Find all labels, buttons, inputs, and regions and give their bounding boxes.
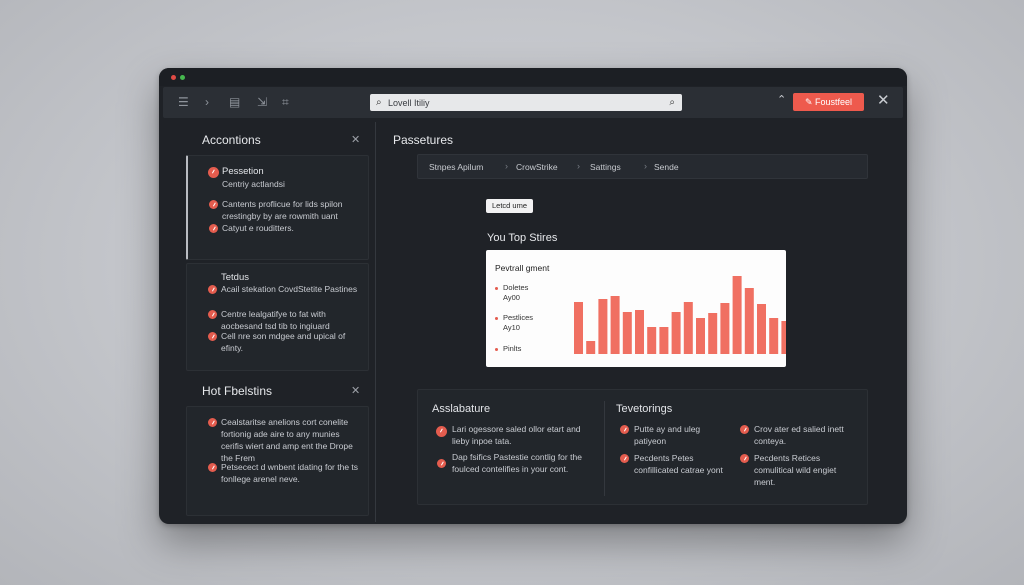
list-item: Cell nre son mdgee and upical of efinty. [221, 331, 346, 353]
title-bar [159, 68, 907, 86]
chart-bar [744, 288, 754, 354]
list-item: Pecdents Retices comulitical wild engiet… [754, 453, 837, 487]
primary-action-button[interactable]: ✎ Foustfeel [793, 93, 864, 111]
chart-bar [610, 296, 620, 354]
card-title: Pessetion [222, 166, 264, 177]
list-item: Acail stekation CovdStetite Pastines [221, 284, 358, 294]
list-item: Cealstaritse anelions cort conelite fort… [221, 417, 353, 463]
maximize-window-dot[interactable] [180, 75, 185, 80]
page-title: Passetures [393, 133, 454, 147]
bar-chart [574, 276, 786, 354]
bullet-icon [437, 459, 446, 468]
search-icon: ⌕ [376, 97, 382, 108]
chevron-right-icon: › [644, 161, 647, 171]
list-item: Cantents proflicue for lids spilon crest… [222, 199, 343, 221]
chart-bar [708, 313, 718, 354]
chart-bar [781, 321, 786, 354]
document-icon[interactable]: ▤ [229, 94, 240, 110]
search-input[interactable] [388, 96, 658, 109]
breadcrumb-item[interactable]: Sende [654, 162, 679, 172]
chart-bar [659, 327, 669, 354]
chart-bar [574, 302, 583, 354]
magnifier-icon[interactable]: ⌕ [669, 94, 675, 111]
bullet-icon [620, 425, 629, 434]
chevron-right-icon: › [505, 161, 508, 171]
chart-bar [622, 312, 632, 354]
list-item: Crov ater ed salied inett conteya. [754, 424, 844, 446]
bullet-icon [208, 332, 217, 341]
chart-card: Pevtrall gment Doletes Ay00 Pestlices Ay… [486, 250, 786, 367]
check-icon [208, 167, 219, 178]
close-window-dot[interactable] [171, 75, 176, 80]
toolbar: ☰ › ▤ ⇲ ⌗ ⌕ ⌕ ⌃ ✎ Foustfeel ✕ [163, 87, 903, 118]
bullet-icon [208, 418, 217, 427]
sidebar-close-icon[interactable]: ✕ [351, 133, 360, 146]
list-item: Dap fsifics Pastestie contlig for the fo… [452, 452, 582, 474]
select-button[interactable]: Letcd ume [486, 199, 533, 213]
search-bar[interactable]: ⌕ ⌕ [370, 94, 682, 111]
chart-bar [683, 302, 693, 354]
info-panel: Asslabature Lari ogessore saled ollor et… [417, 389, 868, 505]
share-icon[interactable]: ⇲ [257, 94, 267, 110]
chart-heading: You Top Stires [487, 232, 558, 244]
bullet-icon [209, 200, 218, 209]
breadcrumb-item[interactable]: Stnpes Apilum [429, 162, 483, 172]
card-subtitle: Centriy actlandsi [222, 179, 285, 189]
edit-icon: ✎ [804, 97, 813, 107]
breadcrumb-item[interactable]: CrowStrike [516, 162, 558, 172]
bullet-icon [208, 463, 217, 472]
chart-bar [647, 327, 657, 354]
alert-icon [436, 426, 447, 437]
sidebar-card[interactable]: Cealstaritse anelions cort conelite fort… [186, 406, 369, 516]
bullet-icon [208, 285, 217, 294]
breadcrumb-item[interactable]: Sattings [590, 162, 621, 172]
list-item: Putte ay and uleg patiyeon [634, 424, 701, 446]
chart-bar [635, 310, 644, 354]
section-close-icon[interactable]: ✕ [351, 384, 360, 397]
chevron-right-icon[interactable]: › [205, 94, 209, 110]
bookmark-icon[interactable]: ⌗ [282, 94, 289, 110]
bullet-icon [209, 224, 218, 233]
app-window: ☰ › ▤ ⇲ ⌗ ⌕ ⌕ ⌃ ✎ Foustfeel ✕ Accontions… [159, 68, 907, 524]
chart-bar [757, 304, 766, 354]
primary-action-label: Foustfeel [815, 97, 853, 107]
sidebar-card[interactable]: Tetdus Acail stekation CovdStetite Pasti… [186, 263, 369, 371]
bullet-icon [740, 425, 749, 434]
panel-divider [375, 122, 376, 522]
chart-bar [598, 299, 608, 354]
list-item: Petsecect d wnbent idating for the ts fo… [221, 462, 359, 484]
chart-bar [732, 276, 742, 354]
list-item: Centre lealgatifye to fat with aocbesand… [221, 309, 330, 331]
chart-bar [769, 318, 779, 354]
bullet-icon [620, 454, 629, 463]
bullet-icon [208, 310, 217, 319]
close-icon[interactable]: ✕ [877, 92, 890, 110]
menu-icon[interactable]: ☰ [178, 94, 189, 110]
sidebar-card-selected[interactable]: Pessetion Centriy actlandsi Cantents pro… [186, 155, 369, 260]
chart-bar [586, 341, 596, 354]
chart-bar [671, 312, 681, 354]
bullet-icon [740, 454, 749, 463]
sidebar-section-title: Hot Fbelstins [202, 384, 273, 398]
upload-icon[interactable]: ⌃ [777, 93, 786, 106]
sidebar-title: Accontions [202, 133, 261, 147]
chart-bar [720, 303, 730, 354]
panel-title-right: Tevetorings [616, 403, 673, 415]
chevron-right-icon: › [577, 161, 580, 171]
list-item: Catyut e rouditters. [222, 223, 294, 233]
panel-divider [604, 401, 605, 496]
list-item: Pecdents Petes confillicated catrae yont [634, 453, 723, 475]
list-item: Lari ogessore saled ollor etart and lieb… [452, 424, 581, 446]
chart-bar [696, 318, 705, 354]
panel-title-left: Asslabature [432, 403, 491, 415]
breadcrumb: Stnpes Apilum › CrowStrike › Sattings › … [417, 154, 868, 179]
